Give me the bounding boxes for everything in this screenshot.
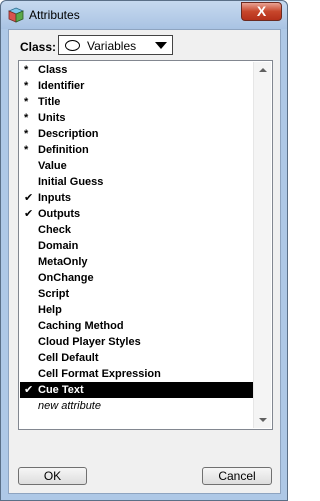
- vertical-scrollbar[interactable]: [253, 62, 271, 428]
- item-label: Cloud Player Styles: [38, 336, 141, 348]
- class-dropdown[interactable]: Variables: [58, 35, 173, 55]
- item-label: Units: [38, 112, 66, 124]
- title-bar: Attributes X: [1, 1, 287, 29]
- checkmark-icon: ✔: [24, 208, 34, 220]
- checkmark-icon: ✔: [24, 384, 34, 396]
- item-label: Definition: [38, 144, 89, 156]
- list-item[interactable]: * Class: [20, 62, 253, 78]
- list-item[interactable]: ✔ Outputs: [20, 206, 253, 222]
- list-item[interactable]: OnChange: [20, 270, 253, 286]
- item-label: Identifier: [38, 80, 85, 92]
- item-label: OnChange: [38, 272, 94, 284]
- item-label: Cue Text: [38, 384, 84, 396]
- window-title: Attributes: [29, 8, 80, 22]
- chevron-down-icon: [155, 42, 167, 49]
- ok-button[interactable]: OK: [18, 467, 87, 485]
- item-label: Initial Guess: [38, 176, 104, 188]
- class-dropdown-value: Variables: [87, 39, 137, 53]
- cancel-button[interactable]: Cancel: [202, 467, 272, 485]
- new-attribute-item[interactable]: new attribute: [20, 398, 253, 414]
- checkmark-icon: ✔: [24, 192, 34, 204]
- item-label: Help: [38, 304, 62, 316]
- scroll-up-arrow-icon[interactable]: [259, 68, 267, 72]
- close-icon: X: [256, 3, 267, 19]
- item-marker: *: [24, 80, 29, 92]
- item-marker: *: [24, 96, 29, 108]
- list-item[interactable]: Cloud Player Styles: [20, 334, 253, 350]
- class-label: Class:: [20, 40, 57, 54]
- list-item[interactable]: Value: [20, 158, 253, 174]
- close-button[interactable]: X: [241, 2, 282, 21]
- list-item[interactable]: Caching Method: [20, 318, 253, 334]
- list-item[interactable]: MetaOnly: [20, 254, 253, 270]
- list-item[interactable]: * Title: [20, 94, 253, 110]
- new-attribute-label: new attribute: [38, 400, 101, 412]
- item-label: Class: [38, 64, 68, 76]
- item-label: Domain: [38, 240, 79, 252]
- variable-oval-icon: [65, 40, 80, 51]
- item-label: Description: [38, 128, 99, 140]
- item-label: MetaOnly: [38, 256, 88, 268]
- item-marker: *: [24, 64, 29, 76]
- item-label: Script: [38, 288, 70, 300]
- list-item[interactable]: Help: [20, 302, 253, 318]
- attribute-list-items: * Class * Identifier * Title * Units * D…: [20, 62, 253, 414]
- list-item[interactable]: Script: [20, 286, 253, 302]
- list-item[interactable]: Cell Default: [20, 350, 253, 366]
- list-item[interactable]: * Units: [20, 110, 253, 126]
- item-label: Value: [38, 160, 67, 172]
- list-item[interactable]: * Description: [20, 126, 253, 142]
- item-label: Cell Default: [38, 352, 99, 364]
- item-label: Cell Format Expression: [38, 368, 161, 380]
- scroll-down-arrow-icon[interactable]: [259, 418, 267, 422]
- list-item[interactable]: * Identifier: [20, 78, 253, 94]
- item-marker: *: [24, 128, 29, 140]
- list-item[interactable]: Cell Format Expression: [20, 366, 253, 382]
- list-item[interactable]: Check: [20, 222, 253, 238]
- item-label: Inputs: [38, 192, 71, 204]
- item-marker: *: [24, 144, 29, 156]
- list-item[interactable]: Initial Guess: [20, 174, 253, 190]
- app-cube-icon: [7, 7, 25, 23]
- list-item[interactable]: Domain: [20, 238, 253, 254]
- attributes-window: Attributes X Class: Variables * Class * …: [0, 0, 288, 501]
- item-label: Caching Method: [38, 320, 124, 332]
- item-label: Title: [38, 96, 61, 108]
- attribute-list[interactable]: * Class * Identifier * Title * Units * D…: [18, 60, 273, 430]
- item-label: Check: [38, 224, 72, 236]
- list-item[interactable]: * Definition: [20, 142, 253, 158]
- dialog-body: Class: Variables * Class * Identifier * …: [8, 29, 281, 494]
- list-item[interactable]: ✔ Inputs: [20, 190, 253, 206]
- list-item-selected[interactable]: ✔ Cue Text: [20, 382, 253, 398]
- item-label: Outputs: [38, 208, 81, 220]
- item-marker: *: [24, 112, 29, 124]
